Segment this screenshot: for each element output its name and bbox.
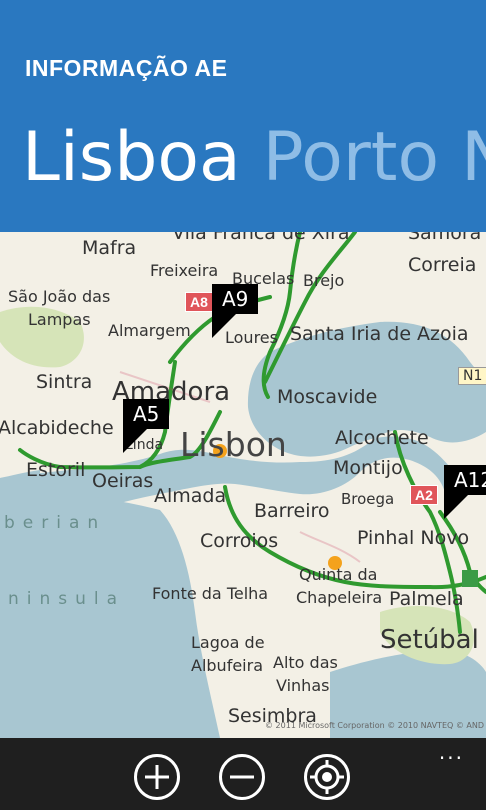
target-icon [310, 760, 344, 794]
map-label: Lagoa de [191, 633, 265, 652]
map-label: berian [4, 513, 107, 533]
header: INFORMAÇÃO AE Lisboa Porto N [0, 0, 486, 232]
map-label: Alcabideche [0, 417, 114, 439]
minus-icon [230, 775, 254, 779]
map-label: Chapeleira [296, 588, 383, 607]
road-badge-a8: A8 [185, 292, 213, 312]
locate-button[interactable] [304, 754, 350, 800]
road-badge-green [462, 570, 479, 587]
map-label: Vinhas [276, 676, 330, 695]
map-label: São João das [8, 287, 111, 306]
map-label: Almargem [108, 321, 191, 340]
pivot-porto[interactable]: Porto [263, 118, 439, 197]
map-label: Albufeira [191, 656, 263, 675]
map-view[interactable]: Mafra Vila Franca de Xira Samora Correia… [0, 232, 486, 738]
zoom-in-button[interactable] [134, 754, 180, 800]
pivot-next[interactable]: N [461, 118, 486, 197]
map-label: Lampas [28, 310, 91, 329]
zoom-out-button[interactable] [219, 754, 265, 800]
map-label: Corroios [200, 530, 279, 552]
more-options-button[interactable]: ... [439, 740, 464, 764]
road-badge-a2: A2 [410, 485, 438, 505]
app-title: INFORMAÇÃO AE [25, 55, 228, 81]
map-label: Almada [154, 485, 227, 507]
map-label: Vila Franca de Xira [172, 232, 350, 244]
pivot-headers: Lisboa Porto N [22, 118, 486, 198]
pivot-lisboa[interactable]: Lisboa [22, 118, 241, 197]
map-label: Barreiro [254, 500, 330, 522]
app-bar: ... [0, 738, 486, 810]
map-label: Palmela [389, 588, 464, 610]
map-label: Fonte da Telha [152, 584, 269, 603]
road-badge-n1: N1 [458, 367, 486, 385]
map-label: Brejo [303, 271, 345, 290]
map-label: Quinta da [299, 565, 378, 584]
map-label: Estoril [26, 459, 86, 481]
traffic-marker-a12[interactable]: A12 [444, 465, 486, 519]
map-label: Alto das [273, 653, 338, 672]
map-label: Sintra [36, 371, 93, 393]
map-label: Correia [408, 254, 477, 276]
map-label: Broega [341, 490, 395, 508]
plus-icon [145, 765, 169, 789]
map-label: Santa Iria de Azoia [290, 323, 469, 345]
map-label: Setúbal [380, 625, 479, 655]
map-label: Lisbon [180, 425, 287, 464]
map-label: Moscavide [277, 386, 378, 408]
map-label: Mafra [82, 237, 137, 259]
map-copyright: © 2011 Microsoft Corporation © 2010 NAVT… [265, 721, 484, 730]
map-label: Samora [408, 232, 482, 244]
traffic-marker-a5[interactable]: A5 [123, 399, 170, 453]
map-label: ninsula [8, 589, 126, 609]
traffic-marker-a9[interactable]: A9 [212, 284, 259, 338]
map-label: Oeiras [92, 470, 154, 492]
map-label: Alcochete [335, 427, 429, 449]
map-label: Pinhal Novo [357, 527, 470, 549]
map-label: Freixeira [150, 261, 219, 280]
map-label: Montijo [333, 457, 403, 479]
